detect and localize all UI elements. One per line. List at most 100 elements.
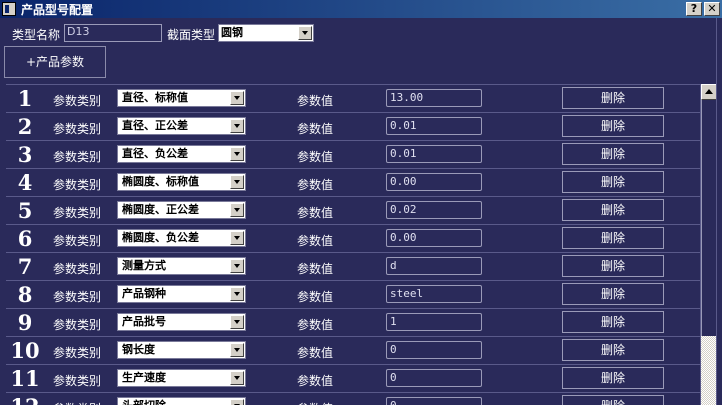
param-value-input[interactable]: 0.01	[386, 145, 482, 163]
param-value-input[interactable]: 0	[386, 341, 482, 359]
param-list: 1 参数类别 直径、标称值 参数值 13.00 删除 2 参数类别 直径、正公差 参数值 0.01 删…	[6, 84, 700, 405]
type-name-input[interactable]: D13	[64, 24, 162, 42]
param-category-label: 参数类别	[53, 150, 102, 164]
param-category-value: 直径、负公差	[122, 147, 188, 160]
param-category-value: 测量方式	[122, 259, 166, 272]
param-category-value: 产品钢种	[122, 287, 166, 300]
param-index: 2	[17, 114, 33, 139]
chevron-down-icon[interactable]	[230, 119, 244, 133]
param-category-label: 参数类别	[53, 234, 102, 248]
param-value-input[interactable]: 1	[386, 313, 482, 331]
delete-button[interactable]: 删除	[562, 395, 664, 405]
param-category-label: 参数类别	[53, 346, 102, 360]
param-category-select[interactable]: 椭圆度、标称值	[117, 173, 246, 191]
param-category-label: 参数类别	[53, 374, 102, 388]
close-button[interactable]: ✕	[704, 2, 720, 16]
param-category-select[interactable]: 产品批号	[117, 313, 246, 331]
chevron-down-icon[interactable]	[230, 343, 244, 357]
delete-button[interactable]: 删除	[562, 171, 664, 193]
param-value-label: 参数值	[297, 206, 334, 220]
chevron-down-icon[interactable]	[230, 287, 244, 301]
param-category-select[interactable]: 钢长度	[117, 341, 246, 359]
param-index: 3	[17, 142, 33, 167]
param-value-label: 参数值	[297, 122, 334, 136]
delete-button[interactable]: 删除	[562, 339, 664, 361]
param-category-label: 参数类别	[53, 178, 102, 192]
param-category-select[interactable]: 直径、负公差	[117, 145, 246, 163]
param-category-select[interactable]: 直径、正公差	[117, 117, 246, 135]
help-button[interactable]: ?	[686, 2, 702, 16]
chevron-down-icon[interactable]	[230, 231, 244, 245]
param-category-select[interactable]: 直径、标称值	[117, 89, 246, 107]
param-index: 10	[10, 338, 40, 363]
param-value-label: 参数值	[297, 150, 334, 164]
param-value-input[interactable]: 0	[386, 369, 482, 387]
param-value-label: 参数值	[297, 318, 334, 332]
param-value-input[interactable]: d	[386, 257, 482, 275]
param-category-select[interactable]: 测量方式	[117, 257, 246, 275]
chevron-down-icon[interactable]	[230, 147, 244, 161]
delete-button[interactable]: 删除	[562, 255, 664, 277]
scroll-up-icon[interactable]	[701, 84, 717, 100]
title-bar: 产品型号配置 ? ✕	[0, 0, 722, 18]
chevron-down-icon[interactable]	[230, 203, 244, 217]
param-row: 5 参数类别 椭圆度、正公差 参数值 0.02 删除	[6, 197, 700, 225]
window-border	[716, 18, 722, 405]
param-value-input[interactable]: 0.00	[386, 229, 482, 247]
param-category-label: 参数类别	[53, 400, 101, 405]
chevron-down-icon[interactable]	[298, 26, 312, 40]
param-value-label: 参数值	[297, 262, 334, 276]
delete-button[interactable]: 删除	[562, 283, 664, 305]
param-index: 9	[17, 310, 33, 335]
delete-button[interactable]: 删除	[562, 227, 664, 249]
param-row: 9 参数类别 产品批号 参数值 1 删除	[6, 309, 700, 337]
param-row: 1 参数类别 直径、标称值 参数值 13.00 删除	[6, 85, 700, 113]
param-row: 6 参数类别 椭圆度、负公差 参数值 0.00 删除	[6, 225, 700, 253]
param-category-value: 产品批号	[122, 315, 166, 328]
delete-button[interactable]: 删除	[562, 367, 664, 389]
param-row: 8 参数类别 产品钢种 参数值 steel 删除	[6, 281, 700, 309]
chevron-down-icon[interactable]	[230, 259, 244, 273]
delete-button[interactable]: 删除	[562, 115, 664, 137]
param-value-input[interactable]: 13.00	[386, 89, 482, 107]
add-param-button[interactable]: +产品参数	[4, 46, 106, 78]
chevron-down-icon[interactable]	[230, 399, 244, 405]
param-category-label: 参数类别	[53, 206, 102, 220]
chevron-down-icon[interactable]	[230, 371, 244, 385]
param-category-select[interactable]: 生产速度	[117, 369, 246, 387]
chevron-down-icon[interactable]	[230, 175, 244, 189]
param-category-value: 生产速度	[122, 371, 166, 384]
param-category-value: 钢长度	[122, 343, 155, 356]
delete-button[interactable]: 删除	[562, 311, 664, 333]
param-row: 3 参数类别 直径、负公差 参数值 0.01 删除	[6, 141, 700, 169]
param-category-select[interactable]: 产品钢种	[117, 285, 246, 303]
param-value-input[interactable]: 0.01	[386, 117, 482, 135]
section-type-value: 圆钢	[221, 26, 243, 39]
param-category-select[interactable]: 椭圆度、负公差	[117, 229, 246, 247]
param-index: 5	[17, 198, 33, 223]
param-row: 4 参数类别 椭圆度、标称值 参数值 0.00 删除	[6, 169, 700, 197]
chevron-down-icon[interactable]	[230, 315, 244, 329]
param-index: 11	[10, 366, 40, 391]
param-index: 7	[17, 254, 33, 279]
param-category-value: 直径、正公差	[122, 119, 188, 132]
delete-button[interactable]: 删除	[562, 199, 664, 221]
param-value-label: 参数值	[297, 400, 333, 405]
delete-button[interactable]: 删除	[562, 143, 664, 165]
param-category-select[interactable]: 头部切除	[117, 397, 246, 405]
param-category-select[interactable]: 椭圆度、正公差	[117, 201, 246, 219]
vertical-scrollbar[interactable]	[700, 84, 717, 405]
chevron-down-icon[interactable]	[230, 91, 244, 105]
param-value-input[interactable]: 0.02	[386, 201, 482, 219]
param-value-input[interactable]: steel	[386, 285, 482, 303]
section-type-select[interactable]: 圆钢	[218, 24, 314, 42]
delete-button[interactable]: 删除	[562, 87, 664, 109]
param-category-value: 直径、标称值	[122, 91, 188, 104]
param-category-label: 参数类别	[53, 94, 102, 108]
param-index: 4	[17, 170, 33, 195]
param-value-input[interactable]: 0.00	[386, 173, 482, 191]
scroll-thumb[interactable]	[701, 100, 717, 336]
window-title: 产品型号配置	[21, 2, 94, 17]
type-name-label: 类型名称	[12, 28, 61, 42]
param-value-input[interactable]: 0	[386, 397, 482, 405]
